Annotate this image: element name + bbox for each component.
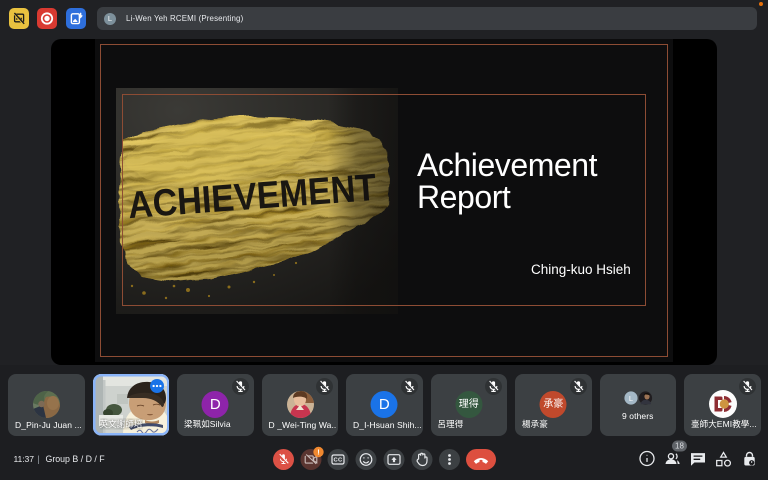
svg-text:!: ! bbox=[317, 448, 320, 457]
svg-text:L: L bbox=[628, 394, 632, 403]
svg-text:18: 18 bbox=[675, 442, 684, 451]
svg-text:CC: CC bbox=[334, 458, 343, 464]
